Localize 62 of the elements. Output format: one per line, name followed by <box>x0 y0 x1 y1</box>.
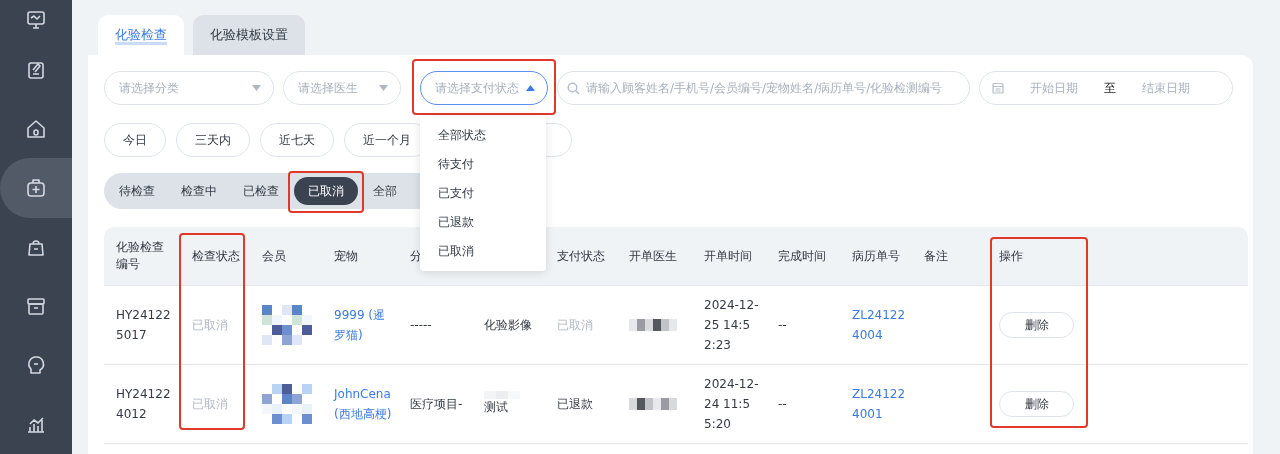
check-status: 已取消 <box>192 317 228 334</box>
table-cell-text: 测试 <box>484 399 508 416</box>
search-icon <box>567 82 580 95</box>
start-date-placeholder: 开始日期 <box>1030 79 1078 97</box>
status-tab[interactable]: 待检查 <box>108 177 166 205</box>
house-icon <box>25 118 47 140</box>
column-header: 开单时间 <box>692 227 766 286</box>
delete-button[interactable]: 删除 <box>999 391 1074 417</box>
delete-button[interactable]: 删除 <box>999 312 1074 338</box>
tab[interactable]: 化验检查 <box>98 15 184 55</box>
pet-link[interactable]: JohnCena (西地高梗) <box>334 384 392 424</box>
table-cell-text: 2024-12-25 14:52:23 <box>704 297 760 354</box>
column-header: 宠物 <box>322 227 398 286</box>
monitor-icon <box>25 9 47 31</box>
clipboard-icon <box>25 59 47 81</box>
medical-kit-icon <box>25 177 47 199</box>
table-cell-text: -- <box>778 396 787 413</box>
status-tab[interactable]: 全部 <box>362 177 408 205</box>
record-link[interactable]: ZL241224001 <box>852 384 906 424</box>
end-date-placeholder: 结束日期 <box>1142 79 1190 97</box>
table-cell-text: 化验影像 <box>484 317 532 334</box>
date-range-button[interactable]: 今日 <box>104 123 166 157</box>
pixelated-text-drawing <box>262 384 312 424</box>
date-range-button[interactable]: 三天内 <box>176 123 250 157</box>
column-header: 检查状态 <box>180 227 250 286</box>
caret-icon <box>526 85 535 91</box>
table-cell-text: 医疗项目- <box>410 396 463 413</box>
column-header: 化验检查编号 <box>104 227 180 286</box>
column-header: 开单医生 <box>617 227 692 286</box>
column-header: 病历单号 <box>840 227 912 286</box>
table-cell-text: HY241224012 <box>116 386 172 423</box>
record-link[interactable]: ZL241224004 <box>852 305 906 345</box>
status-tab[interactable]: 已检查 <box>232 177 290 205</box>
status-tab[interactable]: 检查中 <box>170 177 228 205</box>
search-field[interactable]: 请输入顾客姓名/手机号/会员编号/宠物姓名/病历单号/化验检测编号 <box>557 71 970 105</box>
table-cell-text: 2024-12-24 11:55:20 <box>704 376 760 433</box>
calendar-icon <box>992 82 1004 94</box>
status-tab[interactable]: 已取消 <box>294 177 358 205</box>
date-separator: 至 <box>1104 79 1116 97</box>
caret-icon <box>379 85 388 91</box>
archive-icon <box>25 295 47 317</box>
caret-icon <box>252 85 261 91</box>
table-cell-text: ----- <box>410 317 432 334</box>
date-range-button[interactable]: 近七天 <box>260 123 334 157</box>
column-header: 支付状态 <box>545 227 617 286</box>
payment-status: 已取消 <box>557 317 593 334</box>
table-cell-text: HY241225017 <box>116 307 172 344</box>
sidebar-item[interactable] <box>0 158 72 218</box>
dropdown-option[interactable]: 已支付 <box>420 179 546 208</box>
pixelated-text-drawing <box>262 305 312 345</box>
tab[interactable]: 化验模板设置 <box>193 15 305 55</box>
column-header: 操作 <box>987 227 1248 286</box>
column-header: 完成时间 <box>766 227 840 286</box>
pet-link[interactable]: 9999 (暹罗猫) <box>334 305 392 345</box>
column-header: 会员 <box>250 227 322 286</box>
pixelated-text-drawing <box>629 319 677 331</box>
payment-status: 已退款 <box>557 396 593 413</box>
pixelated-text-drawing <box>629 398 677 410</box>
head-icon <box>25 354 47 376</box>
table-cell-text: -- <box>778 317 787 334</box>
column-header: 备注 <box>912 227 987 286</box>
check-status: 已取消 <box>192 396 228 413</box>
